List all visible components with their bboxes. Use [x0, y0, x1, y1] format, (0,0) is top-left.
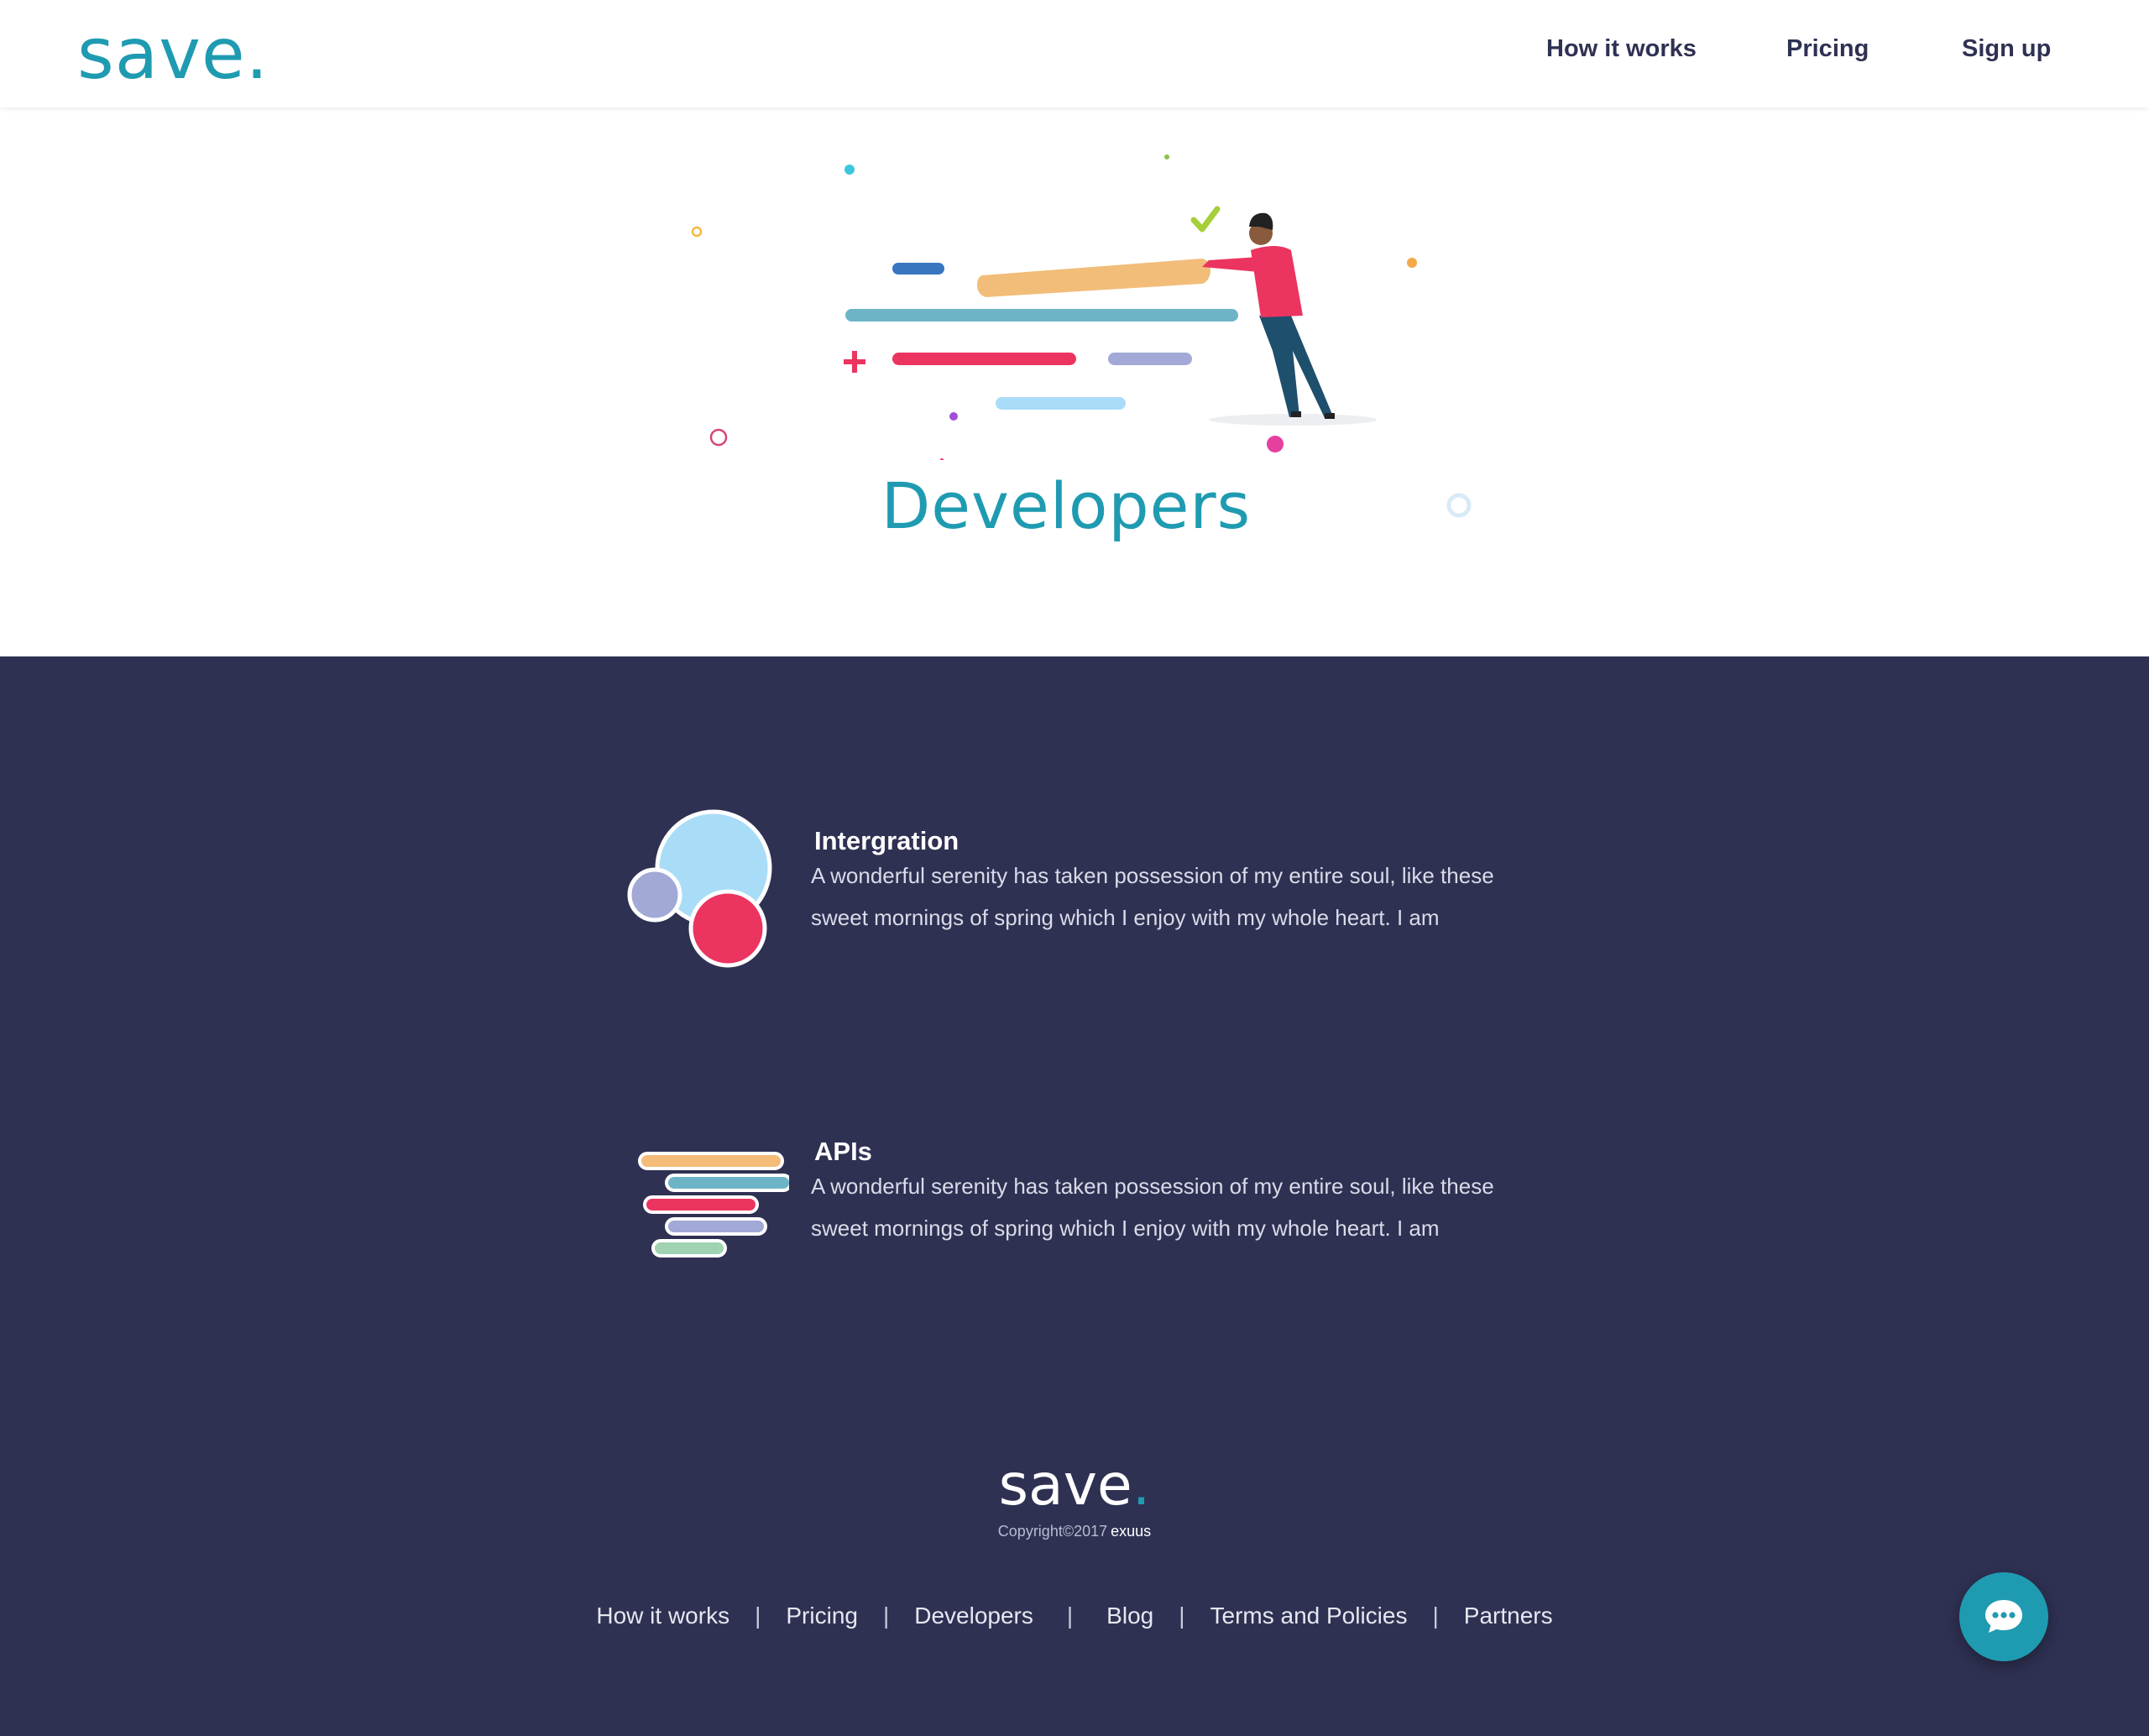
feature-description: A wonderful serenity has taken possessio…	[811, 863, 1494, 930]
header-logo[interactable]: save.	[77, 12, 269, 96]
site-header: save. How it works Pricing Sign up	[0, 0, 2149, 107]
footer-link-how-it-works[interactable]: How it works	[596, 1603, 729, 1629]
footer-link-blog[interactable]: Blog	[1106, 1603, 1153, 1629]
chat-bubble-icon	[1985, 1600, 2022, 1633]
footer-link-terms[interactable]: Terms and Policies	[1210, 1603, 1408, 1629]
page-title: Developers	[881, 468, 1252, 543]
nav-how-it-works[interactable]: How it works	[1546, 35, 1697, 63]
hero-section: Developers	[0, 107, 2149, 656]
footer-link-pricing[interactable]: Pricing	[786, 1603, 858, 1629]
developer-illustration	[691, 154, 1417, 460]
footer-brand: exuus	[1111, 1523, 1152, 1540]
feature-description: A wonderful serenity has taken possessio…	[811, 1174, 1494, 1241]
footer-separator: |	[1066, 1603, 1074, 1629]
footer-links: How it works | Pricing | Developers | Blog | Ter…	[0, 1603, 2149, 1629]
footer-link-developers[interactable]: Developers	[914, 1603, 1033, 1629]
nav-sign-up[interactable]: Sign up	[1962, 35, 2051, 63]
decor-ring-icon	[1446, 493, 1472, 518]
footer-separator: |	[1432, 1603, 1439, 1629]
chat-button[interactable]	[1959, 1572, 2048, 1661]
footer-separator: |	[882, 1603, 890, 1629]
feature-integration: Intergration A wonderful serenity has ta…	[621, 808, 1612, 975]
footer-copyright: Copyright©2017 exuus	[997, 1523, 1152, 1540]
feature-title: Intergration	[814, 826, 959, 855]
stacked-bars-icon	[638, 1152, 789, 1258]
footer-link-partners[interactable]: Partners	[1464, 1603, 1553, 1629]
nav-pricing[interactable]: Pricing	[1786, 35, 1869, 63]
circles-icon	[627, 809, 772, 968]
footer-separator: |	[1179, 1603, 1185, 1629]
footer-logo[interactable]: save.	[0, 1452, 2149, 1519]
feature-apis: APIs A wonderful serenity has taken poss…	[621, 1133, 1612, 1268]
feature-title: APIs	[814, 1137, 872, 1166]
footer-separator: |	[755, 1603, 761, 1629]
